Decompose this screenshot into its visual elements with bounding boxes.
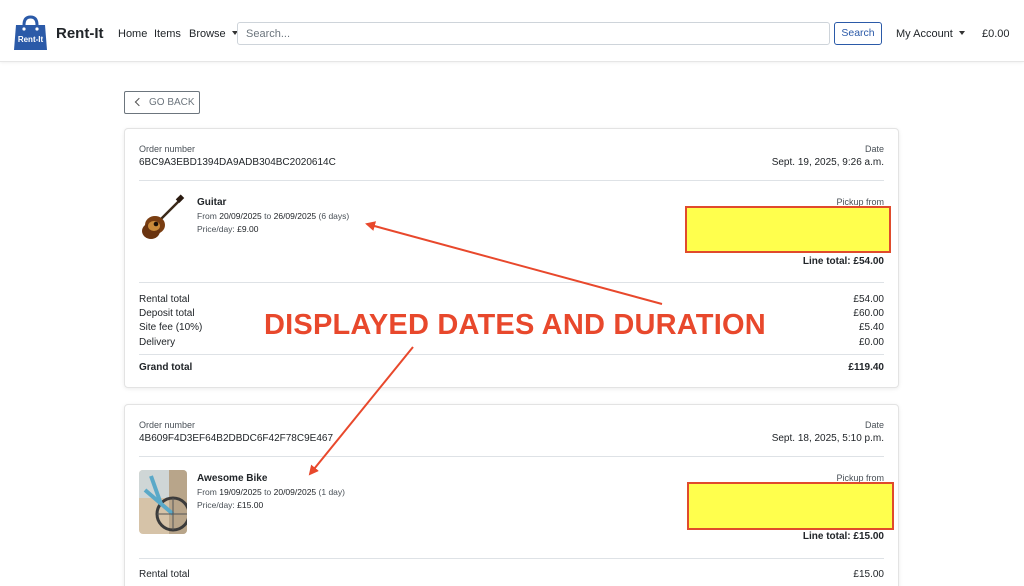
summary-value: £15.00 — [853, 569, 884, 580]
summary-label: Deposit total — [139, 308, 195, 319]
divider — [139, 558, 884, 559]
go-back-label: GO BACK — [149, 97, 195, 108]
summary-value: £5.40 — [858, 322, 884, 333]
redacted-pickup-address — [687, 482, 894, 530]
summary-value: £0.00 — [858, 337, 884, 348]
price-per-day: Price/day: £9.00 — [197, 224, 258, 234]
bike-image — [139, 470, 187, 534]
date-label: Date — [864, 144, 884, 154]
annotation-text: DISPLAYED DATES AND DURATION — [264, 309, 766, 341]
chevron-down-icon — [958, 31, 965, 35]
price-label: Price/day: — [197, 500, 235, 510]
from-date: 20/09/2025 — [219, 211, 262, 221]
order-date: Sept. 19, 2025, 9:26 a.m. — [771, 157, 884, 168]
summary-value: £54.00 — [853, 294, 884, 305]
date-label: Date — [864, 420, 884, 430]
go-back-button[interactable]: GO BACK — [124, 91, 200, 114]
item-name[interactable]: Guitar — [197, 197, 226, 208]
summary-label: Rental total — [139, 294, 190, 305]
nav-browse-label: Browse — [189, 28, 226, 40]
item-name[interactable]: Awesome Bike — [197, 473, 267, 484]
summary-label: Site fee (10%) — [139, 322, 203, 333]
nav-browse-dropdown[interactable]: Browse — [189, 28, 238, 40]
brand-name[interactable]: Rent-It — [56, 25, 104, 42]
order-number-label: Order number — [139, 144, 196, 154]
search-input[interactable] — [237, 22, 830, 45]
my-account-dropdown[interactable]: My Account — [896, 28, 965, 40]
grand-total-label: Grand total — [139, 362, 193, 373]
price-value: £15.00 — [237, 500, 264, 510]
divider — [139, 354, 884, 355]
to-label: to — [264, 211, 272, 221]
to-date: 20/09/2025 — [273, 487, 317, 497]
divider — [139, 180, 884, 181]
navbar: Rent-It Rent-It Home Items Browse Search… — [0, 0, 1024, 62]
redacted-pickup-address — [685, 206, 891, 253]
rental-dates: From 20/09/2025 to 26/09/2025 (6 days) — [197, 211, 349, 221]
price-value: £9.00 — [237, 224, 259, 234]
summary-value: £60.00 — [853, 308, 884, 319]
from-label: From — [197, 211, 217, 221]
price-per-day: Price/day: £15.00 — [197, 500, 263, 510]
order-card: Order number 4B609F4D3EF64B2DBDC6F42F78C… — [124, 404, 899, 586]
from-date: 19/09/2025 — [219, 487, 262, 497]
guitar-image — [139, 193, 187, 241]
rental-dates: From 19/09/2025 to 20/09/2025 (1 day) — [197, 487, 345, 497]
chevron-left-icon — [134, 97, 144, 107]
line-total: Line total: £54.00 — [802, 256, 884, 267]
price-label: Price/day: — [197, 224, 235, 234]
rental-duration: (1 day) — [318, 487, 345, 497]
search-button[interactable]: Search — [834, 22, 882, 45]
summary-label: Rental total — [139, 569, 190, 580]
shopping-bag-logo-icon[interactable]: Rent-It — [12, 14, 49, 52]
logo-text: Rent-It — [18, 35, 44, 44]
summary-label: Delivery — [139, 337, 176, 348]
order-number: 4B609F4D3EF64B2DBDC6F42F78C9E467 — [139, 433, 333, 444]
order-number-label: Order number — [139, 420, 196, 430]
to-date: 26/09/2025 — [273, 211, 317, 221]
divider — [139, 456, 884, 457]
order-date: Sept. 18, 2025, 5:10 p.m. — [771, 433, 884, 444]
divider — [139, 282, 884, 283]
nav-items[interactable]: Items — [154, 28, 181, 40]
my-account-label: My Account — [896, 28, 953, 40]
nav-home[interactable]: Home — [118, 28, 147, 40]
line-total: Line total: £15.00 — [802, 531, 884, 542]
to-label: to — [264, 487, 272, 497]
order-number: 6BC9A3EBD1394DA9ADB304BC2020614C — [139, 157, 336, 168]
from-label: From — [197, 487, 217, 497]
grand-total-value: £119.40 — [848, 362, 884, 373]
rental-duration: (6 days) — [318, 211, 350, 221]
order-card: Order number 6BC9A3EBD1394DA9ADB304BC202… — [124, 128, 899, 388]
cart-total[interactable]: £0.00 — [982, 28, 1010, 40]
